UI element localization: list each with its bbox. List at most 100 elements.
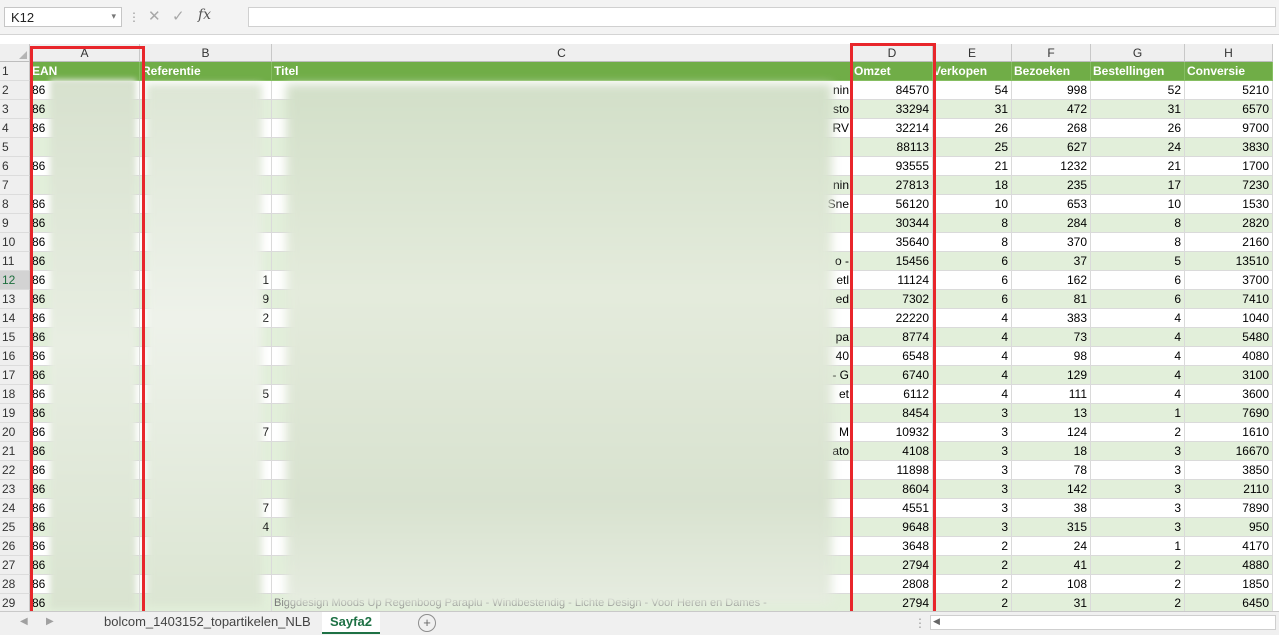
row-header[interactable]: 13 (0, 290, 30, 309)
scroll-tabs-left-icon[interactable]: ◀ (20, 616, 28, 627)
cell-verkopen[interactable]: 2 (933, 537, 1012, 556)
cell-bestellingen[interactable]: 4 (1091, 385, 1185, 404)
cell-conversie[interactable]: 950 (1185, 518, 1273, 537)
cell-bezoeken[interactable]: 142 (1012, 480, 1091, 499)
column-header-f[interactable]: F (1012, 44, 1091, 62)
cell-verkopen[interactable]: 6 (933, 271, 1012, 290)
cell-conversie[interactable]: 4080 (1185, 347, 1273, 366)
cell-bestellingen[interactable]: 4 (1091, 347, 1185, 366)
row-header[interactable]: 9 (0, 214, 30, 233)
cell-verkopen[interactable]: 3 (933, 480, 1012, 499)
cell-conversie[interactable]: 3100 (1185, 366, 1273, 385)
sheet-tab-bolcom[interactable]: bolcom_1403152_topartikelen_NLB (96, 612, 319, 634)
cell-bezoeken[interactable]: 472 (1012, 100, 1091, 119)
cell-verkopen[interactable]: 4 (933, 309, 1012, 328)
scroll-tabs-right-icon[interactable]: ▶ (46, 616, 54, 627)
cell-verkopen[interactable]: 2 (933, 575, 1012, 594)
row-header[interactable]: 14 (0, 309, 30, 328)
cell-bezoeken[interactable]: 998 (1012, 81, 1091, 100)
row-header[interactable]: 11 (0, 252, 30, 271)
row-header[interactable]: 21 (0, 442, 30, 461)
tab-split-handle-icon[interactable]: ⋮ (914, 616, 926, 630)
cell-verkopen[interactable]: 4 (933, 366, 1012, 385)
sheet-tab-sayfa2[interactable]: Sayfa2 (322, 612, 380, 634)
header-cell-bestellingen[interactable]: Bestellingen (1091, 62, 1185, 81)
cancel-icon[interactable]: ✕ (148, 7, 161, 25)
cell-bestellingen[interactable]: 3 (1091, 499, 1185, 518)
cell-conversie[interactable]: 1700 (1185, 157, 1273, 176)
cell-bezoeken[interactable]: 268 (1012, 119, 1091, 138)
cell-bezoeken[interactable]: 1232 (1012, 157, 1091, 176)
cell-verkopen[interactable]: 54 (933, 81, 1012, 100)
cell-bestellingen[interactable]: 2 (1091, 423, 1185, 442)
cell-conversie[interactable]: 3850 (1185, 461, 1273, 480)
row-header[interactable]: 17 (0, 366, 30, 385)
cell-bestellingen[interactable]: 3 (1091, 461, 1185, 480)
row-header[interactable]: 16 (0, 347, 30, 366)
cell-conversie[interactable]: 9700 (1185, 119, 1273, 138)
row-header[interactable]: 8 (0, 195, 30, 214)
cell-bezoeken[interactable]: 124 (1012, 423, 1091, 442)
cell-conversie[interactable]: 3600 (1185, 385, 1273, 404)
row-header[interactable]: 25 (0, 518, 30, 537)
add-sheet-icon[interactable]: + (418, 614, 436, 632)
header-cell-verkopen[interactable]: Verkopen (933, 62, 1012, 81)
row-header[interactable]: 19 (0, 404, 30, 423)
cell-conversie[interactable]: 7410 (1185, 290, 1273, 309)
horizontal-scrollbar[interactable]: ◀ (930, 615, 1276, 630)
cell-verkopen[interactable]: 26 (933, 119, 1012, 138)
row-header[interactable]: 12 (0, 271, 30, 290)
cell-conversie[interactable]: 16670 (1185, 442, 1273, 461)
column-header-g[interactable]: G (1091, 44, 1185, 62)
cell-bezoeken[interactable]: 627 (1012, 138, 1091, 157)
row-header[interactable]: 7 (0, 176, 30, 195)
cell-conversie[interactable]: 3700 (1185, 271, 1273, 290)
cell-conversie[interactable]: 7690 (1185, 404, 1273, 423)
cell-bestellingen[interactable]: 8 (1091, 233, 1185, 252)
cell-conversie[interactable]: 4170 (1185, 537, 1273, 556)
row-header[interactable]: 3 (0, 100, 30, 119)
column-header-c[interactable]: C (272, 44, 852, 62)
cell-conversie[interactable]: 4880 (1185, 556, 1273, 575)
cell-bestellingen[interactable]: 1 (1091, 537, 1185, 556)
row-header[interactable]: 2 (0, 81, 30, 100)
row-header[interactable]: 1 (0, 62, 30, 81)
cell-bezoeken[interactable]: 111 (1012, 385, 1091, 404)
row-header[interactable]: 15 (0, 328, 30, 347)
cell-verkopen[interactable]: 3 (933, 461, 1012, 480)
cell-bezoeken[interactable]: 18 (1012, 442, 1091, 461)
cell-conversie[interactable]: 5480 (1185, 328, 1273, 347)
cell-conversie[interactable]: 7890 (1185, 499, 1273, 518)
cell-bestellingen[interactable]: 24 (1091, 138, 1185, 157)
row-header[interactable]: 20 (0, 423, 30, 442)
cell-bezoeken[interactable]: 653 (1012, 195, 1091, 214)
confirm-icon[interactable]: ✓ (172, 7, 185, 25)
row-header[interactable]: 28 (0, 575, 30, 594)
name-box[interactable]: K12 ▾ (4, 7, 122, 27)
cell-bezoeken[interactable]: 38 (1012, 499, 1091, 518)
cell-conversie[interactable]: 1040 (1185, 309, 1273, 328)
cell-bezoeken[interactable]: 81 (1012, 290, 1091, 309)
cell-conversie[interactable]: 5210 (1185, 81, 1273, 100)
scroll-left-icon[interactable]: ◀ (933, 616, 940, 627)
cell-verkopen[interactable]: 4 (933, 328, 1012, 347)
cell-bezoeken[interactable]: 162 (1012, 271, 1091, 290)
header-cell-referentie[interactable]: Referentie (140, 62, 272, 81)
row-header[interactable]: 4 (0, 119, 30, 138)
cell-conversie[interactable]: 3830 (1185, 138, 1273, 157)
header-cell-conversie[interactable]: Conversie (1185, 62, 1273, 81)
cell-verkopen[interactable]: 3 (933, 442, 1012, 461)
cell-bezoeken[interactable]: 24 (1012, 537, 1091, 556)
cell-bezoeken[interactable]: 98 (1012, 347, 1091, 366)
cell-conversie[interactable]: 2110 (1185, 480, 1273, 499)
row-header[interactable]: 24 (0, 499, 30, 518)
cell-verkopen[interactable]: 2 (933, 556, 1012, 575)
header-cell-titel[interactable]: Titel (272, 62, 852, 81)
cell-verkopen[interactable]: 6 (933, 252, 1012, 271)
cell-bestellingen[interactable]: 21 (1091, 157, 1185, 176)
cell-bezoeken[interactable]: 383 (1012, 309, 1091, 328)
cell-bestellingen[interactable]: 5 (1091, 252, 1185, 271)
cell-verkopen[interactable]: 6 (933, 290, 1012, 309)
row-header[interactable]: 5 (0, 138, 30, 157)
column-header-e[interactable]: E (933, 44, 1012, 62)
